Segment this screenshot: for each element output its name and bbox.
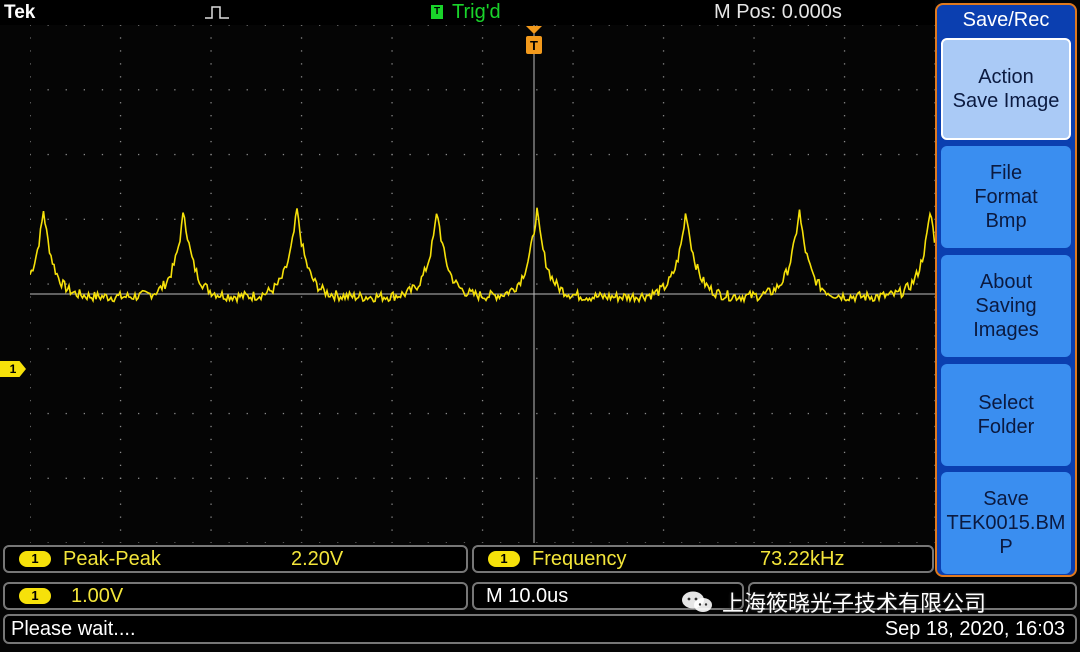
channel-1-scale-readout[interactable]: 1 1.00V [3,582,468,610]
channel-1-waveform [30,207,935,305]
message-status-bar: Please wait.... Sep 18, 2020, 16:03 [3,614,1077,644]
channel-badge: 1 [19,551,51,567]
trigger-status: Trig'd [452,1,501,23]
action-save-image-button[interactable]: Action Save Image [941,38,1071,140]
oscilloscope-screen: Tek T Trig'd M Pos: 0.000s T 1 Save/Rec … [0,0,1080,652]
save-recall-side-menu: Save/Rec Action Save Image File Format B… [935,3,1077,577]
watermark-text: 上海筱晓光子技术有限公司 [722,591,987,616]
tek-logo: Tek [4,2,36,23]
measurement-frequency[interactable]: 1 Frequency 73.22kHz [472,545,934,573]
trigger-position-marker: T [526,26,542,54]
wechat-icon [682,591,712,612]
timebase-value: M 10.0us [486,585,569,607]
trigger-status-icon: T [431,5,443,19]
svg-text:T: T [530,38,538,53]
date-time: Sep 18, 2020, 16:03 [884,618,1065,640]
channel-badge: 1 [488,551,520,567]
select-folder-button[interactable]: Select Folder [941,364,1071,466]
menu-button-label: About Saving Images [973,271,1039,341]
measurement-label: Peak-Peak [63,548,161,570]
menu-title: Save/Rec [962,9,1050,31]
channel-scale-value: 1.00V [71,585,124,607]
menu-button-label: Select Folder [977,392,1035,438]
measurement-label: Frequency [532,548,627,570]
menu-button-label: Save TEK0015.BM P [946,488,1066,558]
file-format-button[interactable]: File Format Bmp [941,146,1071,248]
waveform-graticule: T [30,25,935,543]
status-message: Please wait.... [11,618,136,640]
channel-1-ground-marker[interactable]: 1 [0,361,26,377]
measurement-peak-peak[interactable]: 1 Peak-Peak 2.20V [3,545,468,573]
measurement-value: 73.22kHz [760,548,845,570]
channel-badge: 1 [19,588,51,604]
save-file-button[interactable]: Save TEK0015.BM P [941,472,1071,574]
menu-button-label: File Format Bmp [974,162,1038,232]
status-top-bar: Tek T Trig'd M Pos: 0.000s [0,0,935,25]
about-saving-images-button[interactable]: About Saving Images [941,255,1071,357]
measurement-value: 2.20V [291,548,344,570]
horizontal-position-readout: M Pos: 0.000s [714,1,842,23]
menu-button-label: Action Save Image [952,66,1060,112]
acquisition-run-icon [205,6,229,19]
